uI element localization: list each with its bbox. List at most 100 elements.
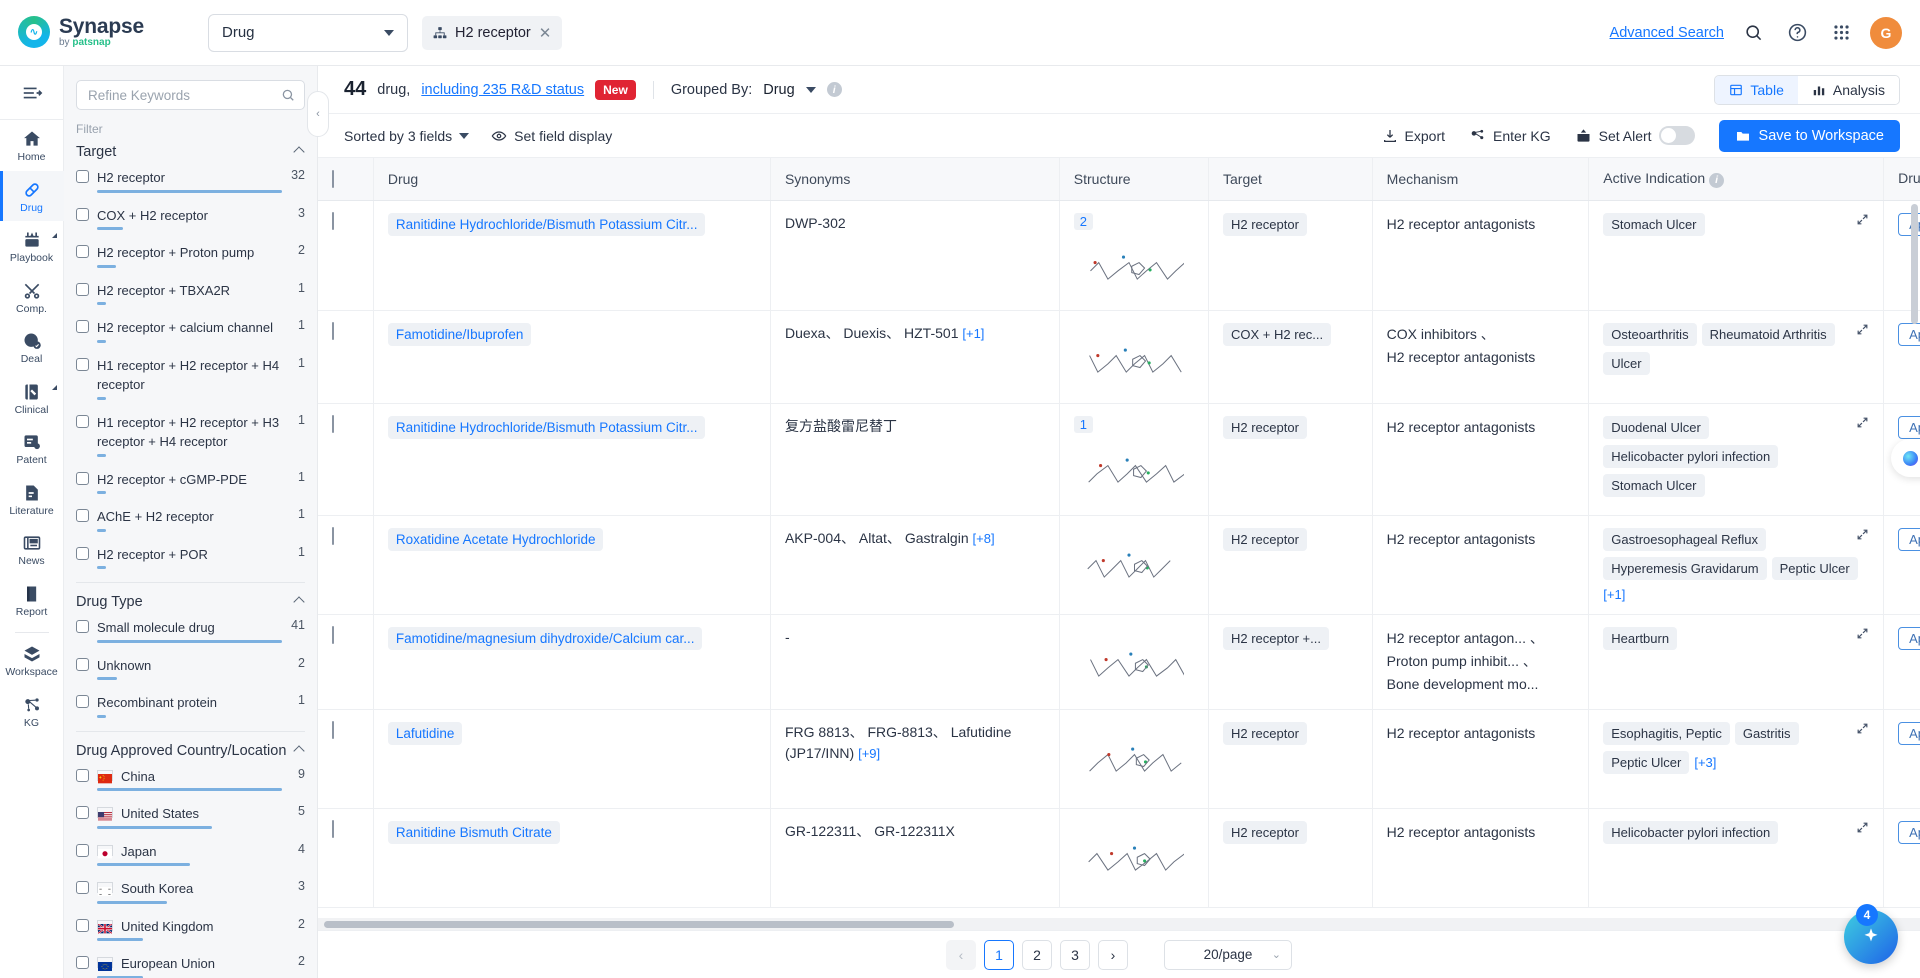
filter-checkbox[interactable] [76,357,89,371]
filter-option[interactable]: H2 receptor + TBXA2R 1 [76,281,305,305]
row-checkbox-cell[interactable] [318,403,374,516]
drug-name-link[interactable]: Lafutidine [387,721,463,745]
rail-item-literature[interactable]: Literature [0,474,64,525]
scrollbar-thumb[interactable] [324,921,954,928]
table-row[interactable]: Ranitidine Hydrochloride/Bismuth Potassi… [318,403,1920,516]
refine-keywords-field[interactable] [76,80,305,110]
set-alert-control[interactable]: Set Alert [1575,126,1695,145]
synonyms-more[interactable]: [+9] [858,746,880,761]
filter-checkbox[interactable] [76,657,89,671]
page-button-3[interactable]: 3 [1060,939,1090,970]
row-checkbox[interactable] [332,819,334,838]
info-icon[interactable]: i [1709,172,1725,188]
refine-keywords-input[interactable] [86,86,281,104]
filter-checkbox[interactable] [76,414,89,428]
rail-item-workspace[interactable]: Workspace [0,635,64,686]
expand-diagonal-icon[interactable] [1856,722,1869,735]
page-button-1[interactable]: 1 [984,939,1014,970]
filter-option[interactable]: Small molecule drug 41 [76,618,305,643]
filter-checkbox[interactable] [76,806,89,819]
collapse-panel-icon[interactable] [0,66,63,120]
filter-checkbox[interactable] [76,620,89,633]
row-checkbox[interactable] [332,414,334,433]
filter-checkbox[interactable] [76,546,89,560]
filter-checkbox[interactable] [76,207,89,221]
row-checkbox[interactable] [332,625,334,644]
filter-option[interactable]: H2 receptor + POR 1 [76,545,305,569]
set-alert-toggle[interactable] [1658,126,1695,145]
column-header-target[interactable]: Target [1208,158,1373,201]
collapse-filters-button[interactable]: ‹ [307,91,329,137]
help-icon[interactable] [1782,18,1812,48]
select-all-checkbox[interactable] [332,169,334,188]
column-header-drug[interactable]: Drug [373,158,771,201]
set-field-display-button[interactable]: Set field display [491,128,612,144]
rail-item-playbook[interactable]: Playbook [0,221,64,272]
filter-group-drug-type[interactable]: Drug Type [76,594,305,610]
expand-diagonal-icon[interactable] [1856,627,1869,640]
row-checkbox-cell[interactable] [318,709,374,809]
expand-diagonal-icon[interactable] [1856,416,1869,429]
grouped-by-value[interactable]: Drug [763,82,794,98]
column-header-mechanism[interactable]: Mechanism [1372,158,1590,201]
row-checkbox[interactable] [332,526,334,545]
row-checkbox-cell[interactable] [318,614,374,710]
rail-item-comp[interactable]: Comp. [0,272,64,323]
next-page-button[interactable]: › [1098,939,1128,970]
filter-option[interactable]: H2 receptor + calcium channel 1 [76,318,305,343]
table-row[interactable]: Roxatidine Acetate Hydrochloride AKP-004、… [318,515,1920,615]
filter-checkbox[interactable] [76,695,89,708]
rd-status-link[interactable]: including 235 R&D status [421,82,584,98]
rail-item-home[interactable]: Home [0,120,64,171]
scrollbar-thumb[interactable] [1911,204,1918,324]
filter-checkbox[interactable] [76,881,89,894]
column-header-indication[interactable]: Active Indication i [1588,158,1885,201]
apps-grid-icon[interactable] [1826,18,1856,48]
expand-diagonal-icon[interactable] [1856,323,1869,336]
filter-checkbox[interactable] [76,320,89,333]
filter-option[interactable]: Unknown 2 [76,656,305,680]
expand-diagonal-icon[interactable] [1856,213,1869,226]
filter-checkbox[interactable] [76,245,89,258]
filter-option[interactable]: European Union 2 [76,954,305,978]
structure-count[interactable]: 2 [1073,212,1094,230]
save-to-workspace-button[interactable]: Save to Workspace [1718,119,1900,152]
column-header-structure[interactable]: Structure [1059,158,1210,201]
filter-checkbox[interactable] [76,170,89,183]
info-icon[interactable]: i [826,82,842,97]
rail-item-report[interactable]: Report [0,575,64,626]
filter-option[interactable]: China 9 [76,767,305,791]
drug-name-link[interactable]: Ranitidine Hydrochloride/Bismuth Potassi… [387,415,706,439]
filter-checkbox[interactable] [76,918,89,932]
table-row[interactable]: Ranitidine Hydrochloride/Bismuth Potassi… [318,200,1920,311]
indications-more[interactable]: [+3] [1694,755,1716,770]
filter-group-country[interactable]: Drug Approved Country/Location [76,743,305,759]
rail-item-clinical[interactable]: Clinical [0,373,64,424]
row-checkbox-cell[interactable] [318,200,374,311]
expand-diagonal-icon[interactable] [1856,528,1869,541]
page-size-select[interactable]: 20/page ⌄ [1164,939,1292,970]
filter-checkbox[interactable] [76,768,89,782]
prev-page-button[interactable]: ‹ [946,939,976,970]
tab-analysis[interactable]: Analysis [1797,75,1899,104]
column-header-synonyms[interactable]: Synonyms [770,158,1060,201]
filter-option[interactable]: United Kingdom 2 [76,917,305,941]
rail-item-patent[interactable]: Patent [0,423,64,474]
table-row[interactable]: Ranitidine Bismuth Citrate GR-122311、 GR-… [318,808,1920,908]
advanced-search-link[interactable]: Advanced Search [1610,25,1724,41]
enter-kg-button[interactable]: Enter KG [1469,127,1551,144]
filter-option[interactable]: H2 receptor 32 [76,168,305,193]
sorted-by-button[interactable]: Sorted by 3 fields [344,128,470,144]
filter-checkbox[interactable] [76,282,89,296]
column-header-phase[interactable]: Drug Highest Phase i [1883,158,1920,201]
synonyms-more[interactable]: [+8] [973,531,995,546]
page-button-2[interactable]: 2 [1022,939,1052,970]
tab-table[interactable]: Table [1715,75,1798,104]
row-checkbox-cell[interactable] [318,515,374,615]
table-row[interactable]: Lafutidine FRG 8813、 FRG-8813、 Lafutidine… [318,709,1920,809]
table-row[interactable]: Famotidine/Ibuprofen Duexa、 Duexis、 HZT-5… [318,310,1920,404]
horizontal-scrollbar[interactable] [318,918,1920,930]
rail-item-news[interactable]: News [0,524,64,575]
filter-checkbox[interactable] [76,471,89,485]
brand-logo[interactable]: ∿ Synapse by patsnap [18,16,194,49]
